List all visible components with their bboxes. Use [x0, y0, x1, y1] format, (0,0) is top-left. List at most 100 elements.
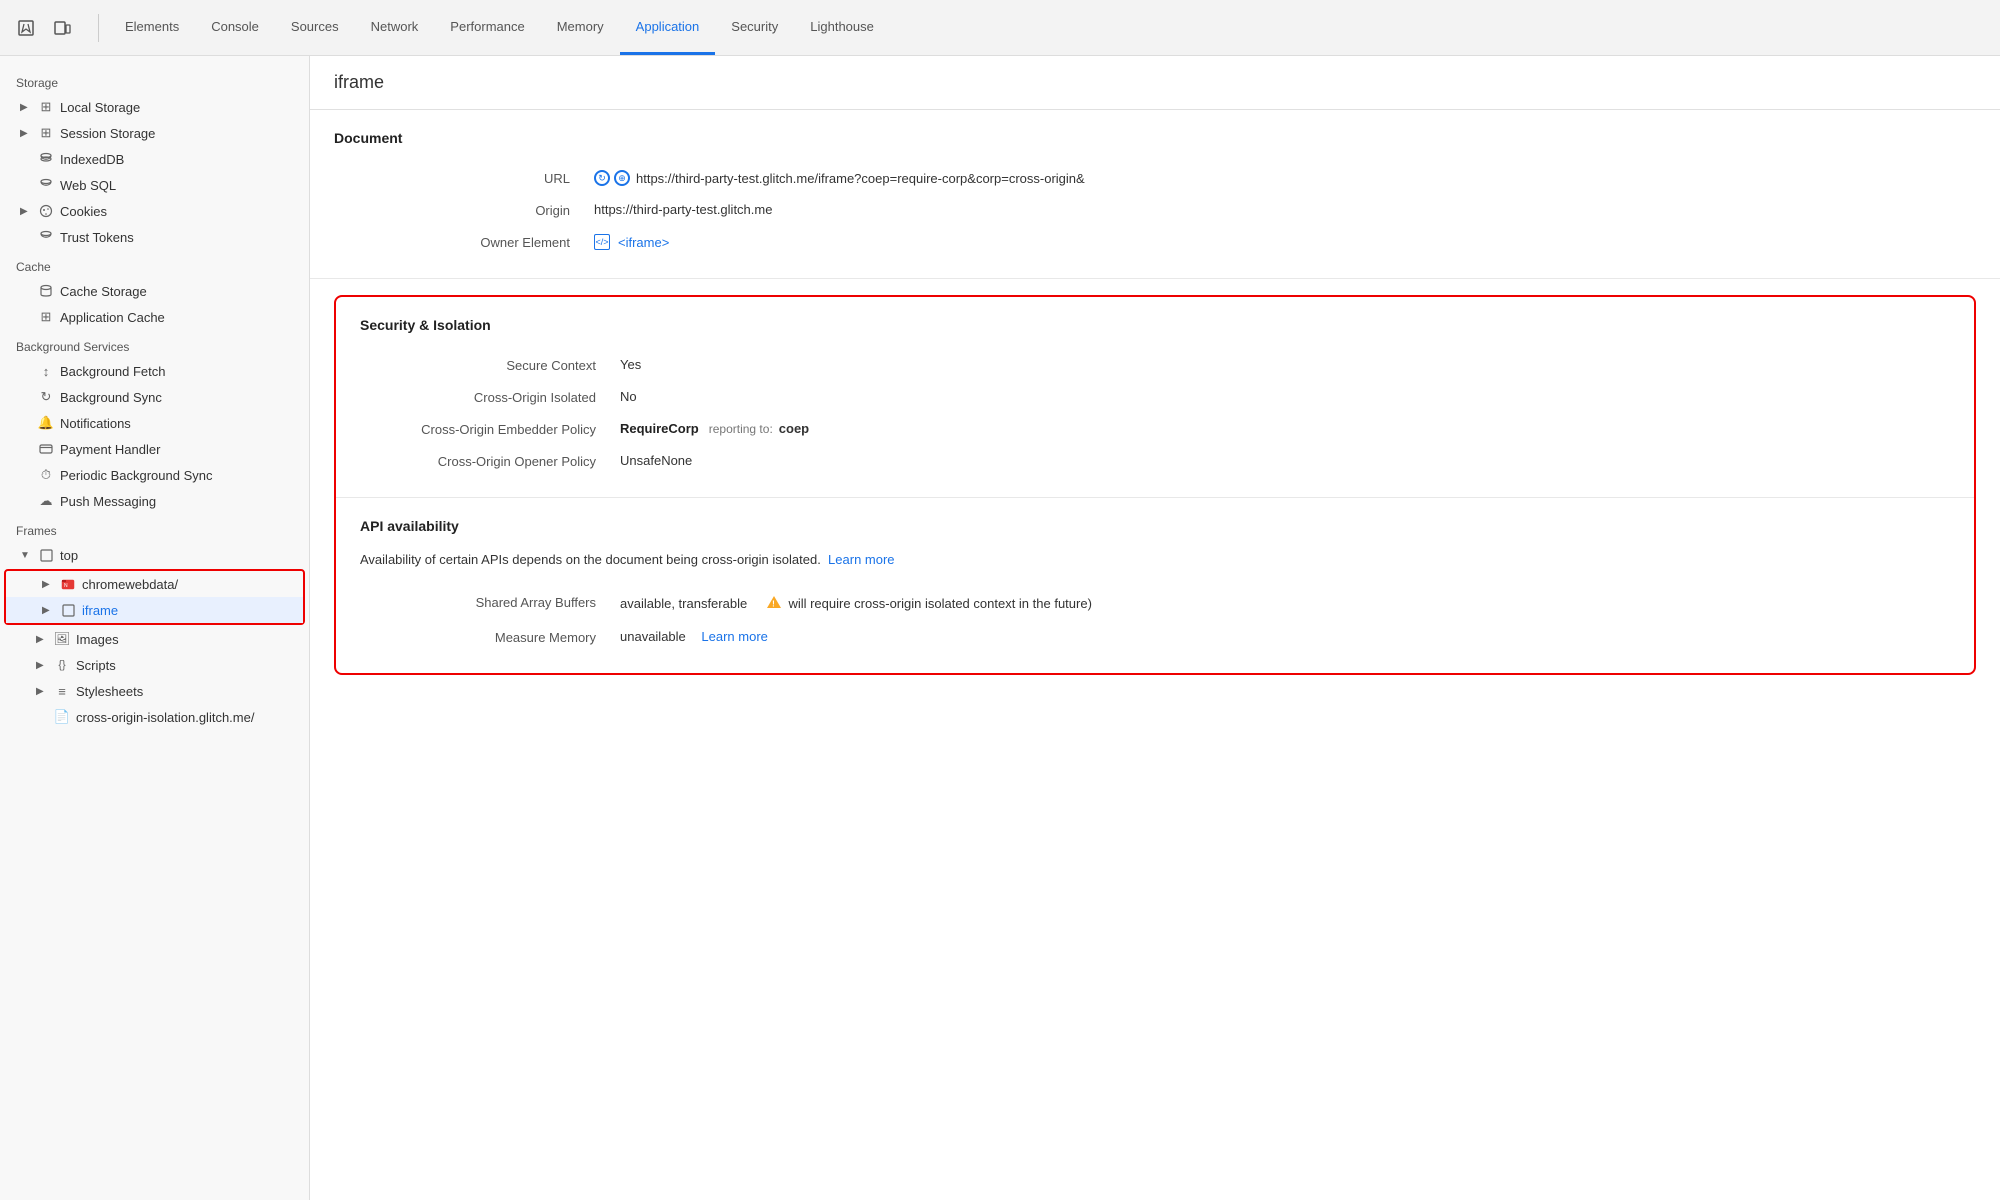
periodic-bg-sync-icon: ⏱ [38, 467, 54, 483]
sidebar-item-payment-handler[interactable]: ▶ Payment Handler [0, 436, 309, 462]
tab-performance[interactable]: Performance [434, 0, 540, 55]
cookies-label: Cookies [60, 204, 107, 219]
tab-elements[interactable]: Elements [109, 0, 195, 55]
measure-memory-text: unavailable [620, 629, 686, 644]
tab-lighthouse[interactable]: Lighthouse [794, 0, 890, 55]
arrow-icon: ▶ [20, 128, 32, 139]
coep-value: RequireCorp reporting to: coep [620, 421, 809, 436]
iframe-icon [60, 602, 76, 618]
reload-icon[interactable]: ↻ [594, 170, 610, 186]
sidebar-item-chromewebdata[interactable]: ▶ N chromewebdata/ [6, 571, 303, 597]
measure-memory-learn-link[interactable]: Learn more [701, 629, 767, 644]
cross-origin-isolated-row: Cross-Origin Isolated No [360, 381, 1950, 413]
measure-memory-label: Measure Memory [360, 629, 620, 645]
content-header: iframe [310, 56, 2000, 110]
sidebar-item-iframe[interactable]: ▶ iframe [6, 597, 303, 623]
sidebar-item-trust-tokens[interactable]: ▶ Trust Tokens [0, 224, 309, 250]
owner-element-label: Owner Element [334, 234, 594, 250]
tab-console[interactable]: Console [195, 0, 275, 55]
stylesheets-label: Stylesheets [76, 684, 143, 699]
bg-fetch-label: Background Fetch [60, 364, 166, 379]
app-cache-label: Application Cache [60, 310, 165, 325]
bg-sync-icon: ↻ [38, 389, 54, 405]
cache-storage-label: Cache Storage [60, 284, 147, 299]
sidebar-item-web-sql[interactable]: ▶ Web SQL [0, 172, 309, 198]
warning-icon: ! [766, 594, 782, 613]
origin-value: https://third-party-test.glitch.me [594, 202, 772, 217]
sidebar-item-periodic-bg-sync[interactable]: ▶ ⏱ Periodic Background Sync [0, 462, 309, 488]
arrow-icon: ▼ [20, 550, 32, 561]
arrow-icon: ▶ [20, 206, 32, 217]
cookies-icon [38, 203, 54, 219]
sidebar-item-session-storage[interactable]: ▶ Session Storage [0, 120, 309, 146]
sidebar-item-cache-storage[interactable]: ▶ Cache Storage [0, 278, 309, 304]
tab-network[interactable]: Network [355, 0, 435, 55]
cross-origin-label: cross-origin-isolation.glitch.me/ [76, 710, 254, 725]
tab-application[interactable]: Application [620, 0, 716, 55]
owner-element-field-row: Owner Element </> <iframe> [334, 226, 1976, 258]
sidebar-item-indexed-db[interactable]: ▶ IndexedDB [0, 146, 309, 172]
coop-value: UnsafeNone [620, 453, 692, 468]
sidebar-item-notifications[interactable]: ▶ 🔔 Notifications [0, 410, 309, 436]
sidebar-item-bg-sync[interactable]: ▶ ↻ Background Sync [0, 384, 309, 410]
security-section-title: Security & Isolation [360, 317, 1950, 333]
coep-row: Cross-Origin Embedder Policy RequireCorp… [360, 413, 1950, 445]
bg-sync-label: Background Sync [60, 390, 162, 405]
svg-text:!: ! [773, 599, 776, 608]
owner-element-value: </> <iframe> [594, 234, 669, 250]
url-icons: ↻ ⊕ [594, 170, 630, 186]
sidebar-item-bg-fetch[interactable]: ▶ ↕ Background Fetch [0, 358, 309, 384]
iframe-label: iframe [82, 603, 118, 618]
main-layout: Storage ▶ Local Storage ▶ Session Storag… [0, 56, 2000, 1200]
sidebar-item-images[interactable]: ▶ 🖼 Images [0, 626, 309, 652]
push-messaging-icon: ☁ [38, 493, 54, 509]
tab-security[interactable]: Security [715, 0, 794, 55]
document-section-title: Document [334, 130, 1976, 146]
coep-reporting-value: coep [779, 421, 809, 436]
coep-value-text: RequireCorp [620, 421, 699, 436]
cross-origin-isolated-value: No [620, 389, 637, 404]
coep-reporting-label: reporting to: [709, 422, 773, 436]
api-description: Availability of certain APIs depends on … [360, 550, 1950, 570]
tab-sources[interactable]: Sources [275, 0, 355, 55]
shared-array-row: Shared Array Buffers available, transfer… [360, 586, 1950, 621]
notifications-label: Notifications [60, 416, 131, 431]
scripts-label: Scripts [76, 658, 116, 673]
svg-text:N: N [64, 583, 68, 589]
sidebar-item-push-messaging[interactable]: ▶ ☁ Push Messaging [0, 488, 309, 514]
security-section: Security & Isolation Secure Context Yes … [336, 297, 1974, 498]
sidebar-item-cross-origin[interactable]: ▶ 📄 cross-origin-isolation.glitch.me/ [0, 704, 309, 730]
sidebar: Storage ▶ Local Storage ▶ Session Storag… [0, 56, 310, 1200]
push-messaging-label: Push Messaging [60, 494, 156, 509]
sidebar-cache-label: Cache [0, 250, 309, 278]
document-section: Document URL ↻ ⊕ https://third-party-tes… [310, 110, 2000, 279]
device-toggle-icon[interactable] [46, 12, 78, 44]
secure-context-label: Secure Context [360, 357, 620, 373]
sidebar-item-local-storage[interactable]: ▶ Local Storage [0, 94, 309, 120]
coop-row: Cross-Origin Opener Policy UnsafeNone [360, 445, 1950, 477]
owner-element-link[interactable]: <iframe> [618, 235, 669, 250]
api-learn-more-link[interactable]: Learn more [828, 552, 894, 567]
arrow-icon: ▶ [36, 686, 48, 697]
web-sql-icon [38, 177, 54, 193]
toolbar-icons [10, 12, 78, 44]
sidebar-item-cookies[interactable]: ▶ Cookies [0, 198, 309, 224]
inspect-icon[interactable] [10, 12, 42, 44]
owner-element-icon: </> [594, 234, 610, 250]
notifications-icon: 🔔 [38, 415, 54, 431]
arrow-icon: ▶ [20, 102, 32, 113]
cache-storage-icon [38, 283, 54, 299]
sidebar-item-top[interactable]: ▼ top [0, 542, 309, 568]
tab-memory[interactable]: Memory [541, 0, 620, 55]
trust-tokens-icon [38, 229, 54, 245]
shared-array-text: available, transferable [620, 596, 747, 611]
sidebar-frames-label: Frames [0, 514, 309, 542]
stylesheets-icon: ≡ [54, 683, 70, 699]
periodic-bg-sync-label: Periodic Background Sync [60, 468, 212, 483]
sidebar-item-stylesheets[interactable]: ▶ ≡ Stylesheets [0, 678, 309, 704]
local-storage-label: Local Storage [60, 100, 140, 115]
sidebar-item-app-cache[interactable]: ▶ Application Cache [0, 304, 309, 330]
refresh-icon[interactable]: ⊕ [614, 170, 630, 186]
origin-label: Origin [334, 202, 594, 218]
sidebar-item-scripts[interactable]: ▶ {} Scripts [0, 652, 309, 678]
